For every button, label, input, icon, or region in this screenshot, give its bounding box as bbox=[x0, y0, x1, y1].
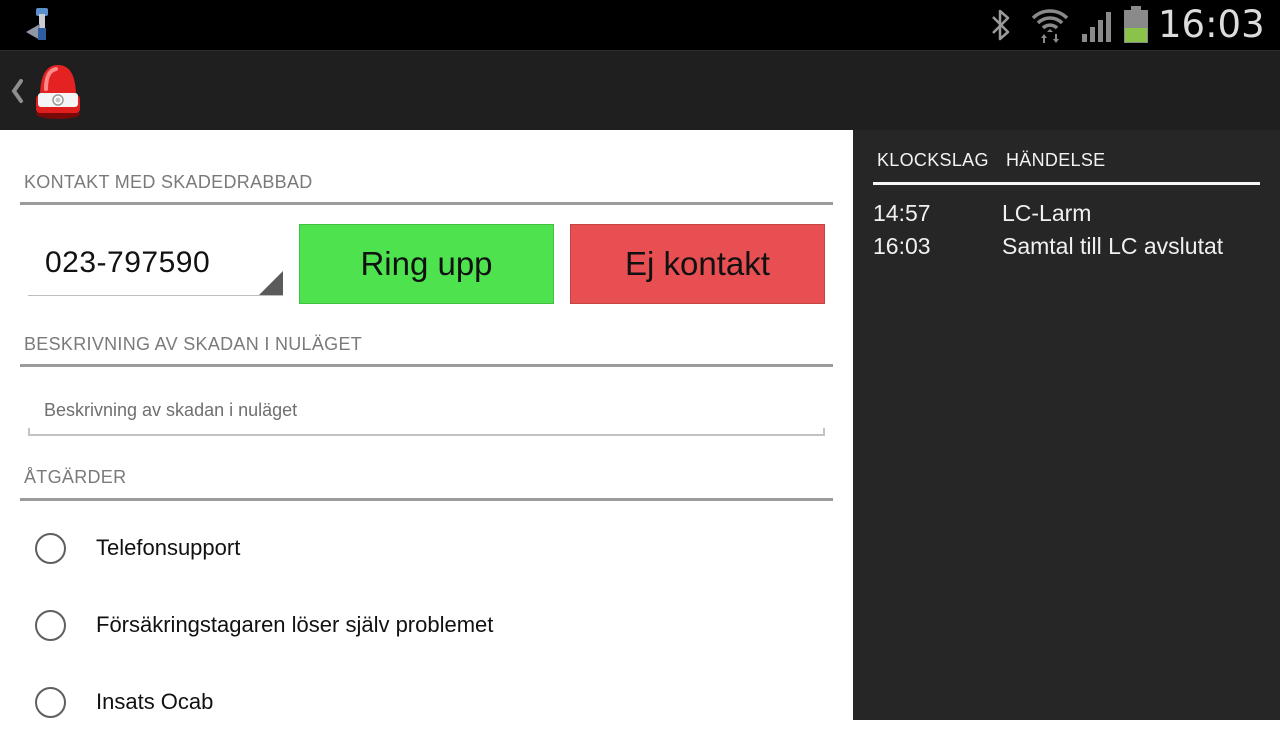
log-row-event: LC-Larm bbox=[1002, 200, 1092, 226]
download-notification-icon bbox=[26, 8, 48, 40]
actions-section-header: ÅTGÄRDER bbox=[24, 467, 127, 487]
actions-section-divider bbox=[20, 498, 833, 501]
log-header-divider bbox=[873, 182, 1260, 185]
log-row-time: 16:03 bbox=[873, 233, 931, 259]
status-clock: 16:03 bbox=[1158, 3, 1265, 46]
event-log-panel: KLOCKSLAG HÄNDELSE 14:57 LC-Larm 16:03 S… bbox=[853, 130, 1280, 720]
signal-icon bbox=[1082, 12, 1111, 42]
bluetooth-icon bbox=[992, 9, 1010, 41]
log-row: 14:57 LC-Larm bbox=[853, 200, 1280, 232]
description-input[interactable]: Beskrivning av skadan i nuläget bbox=[28, 390, 825, 436]
contact-section-header: KONTAKT MED SKADEDRABBAD bbox=[24, 172, 313, 192]
status-bar: 16:03 bbox=[0, 0, 1280, 50]
action-option-insats-ocab[interactable]: Insats Ocab bbox=[20, 674, 833, 734]
action-bar bbox=[0, 50, 1280, 130]
call-button[interactable]: Ring upp bbox=[299, 224, 554, 304]
description-placeholder: Beskrivning av skadan i nuläget bbox=[44, 400, 298, 420]
input-underline-right-tick bbox=[823, 428, 825, 436]
log-row: 16:03 Samtal till LC avslutat bbox=[853, 233, 1280, 265]
phone-number-value: 023-797590 bbox=[45, 246, 211, 279]
phone-number-spinner[interactable]: 023-797590 bbox=[28, 226, 283, 296]
action-option-telefonsupport[interactable]: Telefonsupport bbox=[20, 520, 833, 580]
description-section-divider bbox=[20, 364, 833, 367]
back-chevron-icon[interactable] bbox=[6, 75, 26, 107]
action-option-label: Insats Ocab bbox=[96, 689, 214, 714]
radio-button-icon[interactable] bbox=[35, 687, 66, 718]
wifi-icon bbox=[1031, 9, 1069, 43]
siren-app-icon[interactable] bbox=[32, 59, 84, 121]
action-option-label: Telefonsupport bbox=[96, 535, 241, 560]
spinner-dropdown-icon bbox=[259, 271, 283, 295]
log-event-header: HÄNDELSE bbox=[1006, 150, 1106, 170]
no-contact-button[interactable]: Ej kontakt bbox=[570, 224, 825, 304]
log-row-time: 14:57 bbox=[873, 200, 931, 226]
action-option-label: Försäkringstagaren löser själv problemet bbox=[96, 612, 494, 637]
radio-button-icon[interactable] bbox=[35, 610, 66, 641]
log-time-header: KLOCKSLAG bbox=[877, 150, 989, 170]
battery-icon bbox=[1124, 6, 1148, 43]
contact-section-divider bbox=[20, 202, 833, 205]
spinner-underline bbox=[28, 295, 283, 296]
radio-button-icon[interactable] bbox=[35, 533, 66, 564]
incident-form: KONTAKT MED SKADEDRABBAD 023-797590 Ring… bbox=[0, 130, 853, 720]
log-row-event: Samtal till LC avslutat bbox=[1002, 233, 1224, 259]
description-section-header: BESKRIVNING AV SKADAN I NULÄGET bbox=[24, 334, 363, 354]
action-option-self-resolve[interactable]: Försäkringstagaren löser själv problemet bbox=[20, 597, 833, 657]
input-underline bbox=[28, 434, 825, 436]
input-underline-left-tick bbox=[28, 428, 30, 436]
